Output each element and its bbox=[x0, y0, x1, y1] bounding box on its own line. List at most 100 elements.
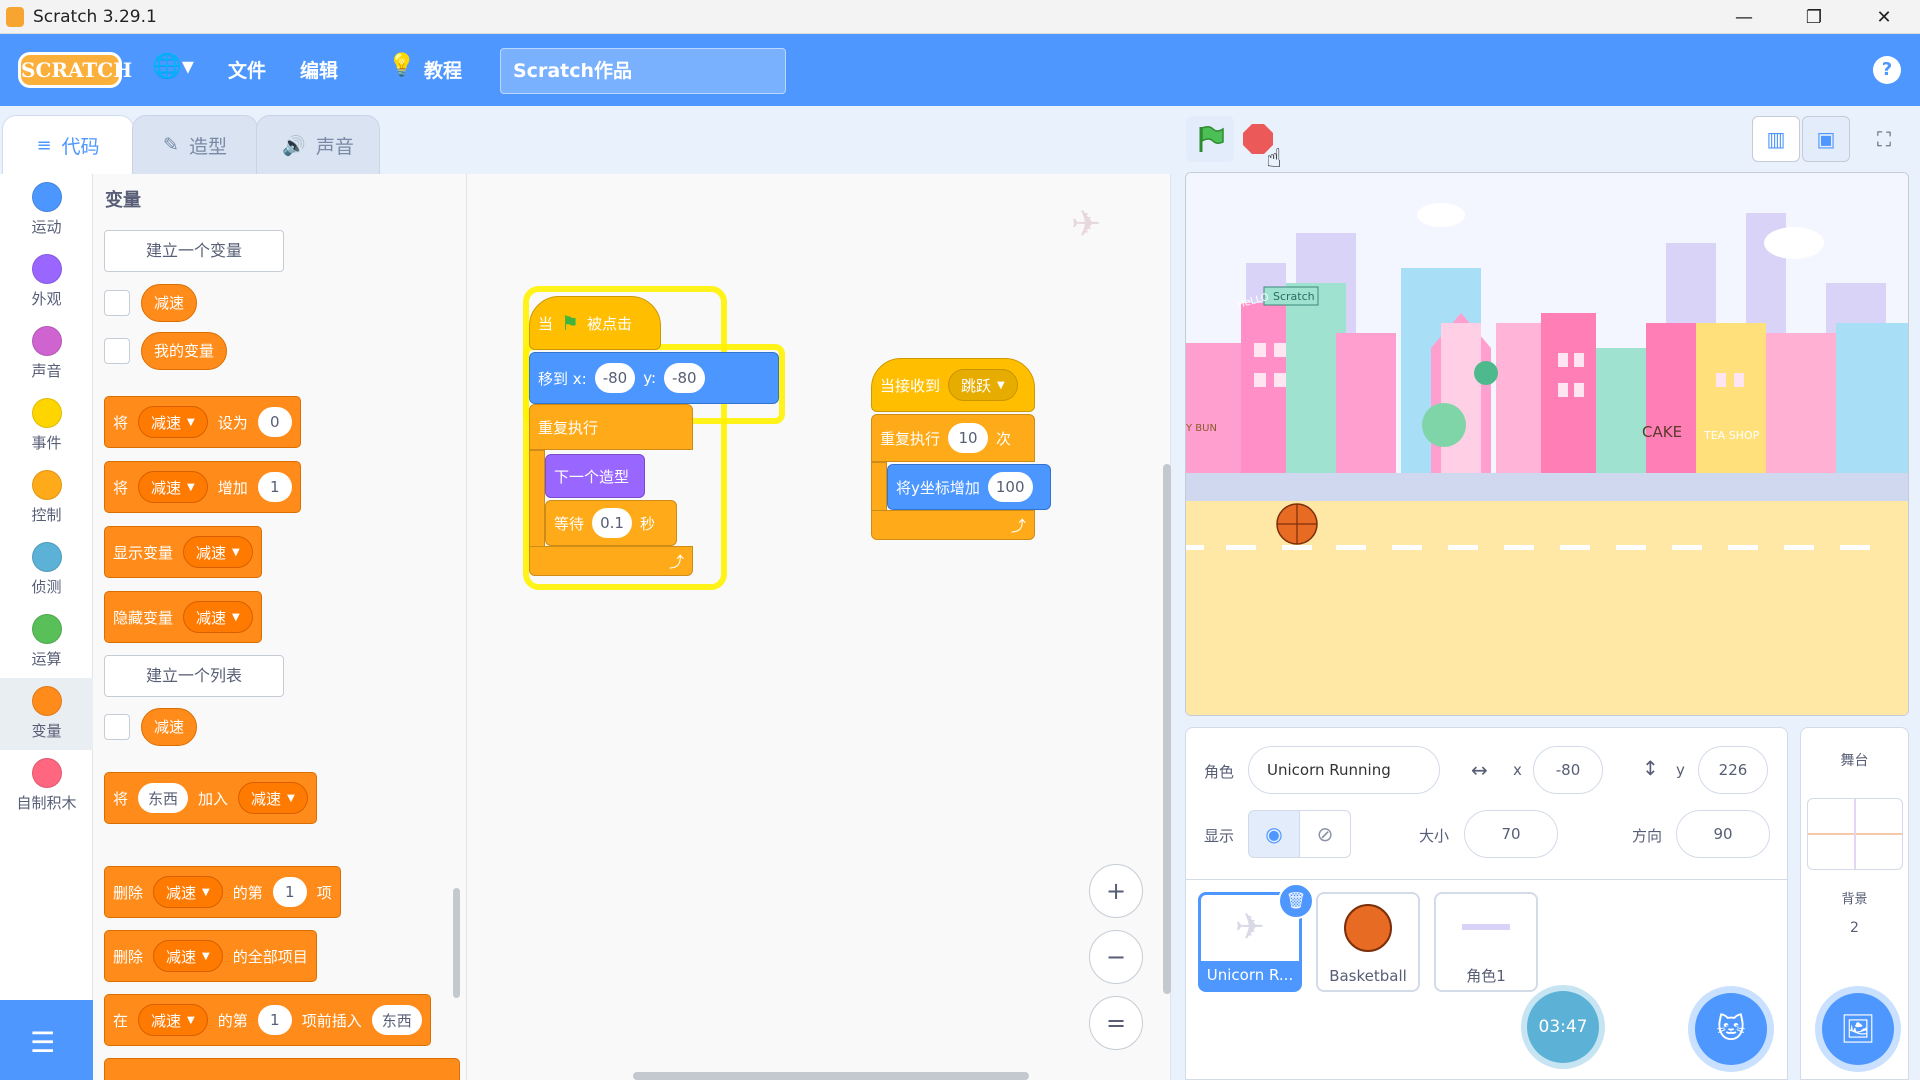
category-events[interactable]: 事件 bbox=[0, 390, 93, 462]
help-icon[interactable]: ? bbox=[1873, 56, 1901, 84]
list-dropdown[interactable]: 减速 ▼ bbox=[153, 876, 223, 908]
sprite-tile-basketball[interactable]: Basketball bbox=[1316, 892, 1420, 992]
variable-checkbox[interactable] bbox=[104, 338, 130, 364]
value-input[interactable]: 1 bbox=[257, 472, 292, 502]
add-to-list-block[interactable]: 将 东西 加入 减速 ▼ bbox=[104, 772, 317, 824]
change-y-input[interactable]: 100 bbox=[987, 472, 1033, 502]
when-flag-clicked-block[interactable]: 当 ⚑ 被点击 bbox=[529, 296, 661, 350]
category-my-blocks[interactable]: 自制积木 bbox=[0, 750, 93, 822]
direction-input[interactable]: 90 bbox=[1676, 810, 1770, 858]
variable-reporter[interactable]: 减速 bbox=[141, 284, 198, 322]
script-vertical-scrollbar[interactable] bbox=[1163, 464, 1171, 994]
variable-dropdown[interactable]: 减速 ▼ bbox=[183, 601, 253, 633]
fullscreen-button[interactable]: ⛶ bbox=[1860, 116, 1908, 162]
add-sprite-button[interactable]: 🐱 bbox=[1695, 993, 1767, 1065]
tab-code[interactable]: ≡ 代码 bbox=[2, 115, 134, 175]
category-label: 侦测 bbox=[31, 578, 62, 596]
sprite-name-input[interactable]: Unicorn Running bbox=[1248, 746, 1440, 794]
message-dropdown[interactable]: 跳跃 ▼ bbox=[948, 369, 1018, 401]
zoom-in-button[interactable]: + bbox=[1089, 864, 1143, 918]
change-variable-block[interactable]: 将 减速 ▼ 增加 1 bbox=[104, 461, 301, 513]
list-reporter[interactable]: 减速 bbox=[141, 708, 198, 746]
x-input[interactable]: -80 bbox=[1533, 746, 1603, 794]
variable-reporter[interactable]: 我的变量 bbox=[141, 332, 228, 370]
block-text: 设为 bbox=[217, 413, 248, 432]
brush-icon: ✎ bbox=[163, 134, 179, 156]
small-stage-icon: ▥ bbox=[1766, 127, 1786, 151]
category-looks[interactable]: 外观 bbox=[0, 246, 93, 318]
tab-code-label: 代码 bbox=[61, 136, 100, 158]
index-input[interactable]: 1 bbox=[272, 877, 307, 907]
project-title-input[interactable]: Scratch作品 bbox=[500, 48, 786, 94]
zoom-out-button[interactable]: − bbox=[1089, 930, 1143, 984]
list-checkbox[interactable] bbox=[104, 714, 130, 740]
trash-icon: 🗑 bbox=[1285, 891, 1307, 910]
category-operators[interactable]: 运算 bbox=[0, 606, 93, 678]
add-extension-button[interactable]: ☰ bbox=[0, 1000, 93, 1080]
wait-block[interactable]: 等待 0.1 秒 bbox=[545, 500, 677, 546]
tab-sounds[interactable]: 🔊 声音 bbox=[256, 115, 380, 175]
category-label: 事件 bbox=[31, 434, 62, 452]
make-variable-button[interactable]: 建立一个变量 bbox=[104, 230, 284, 272]
x-input[interactable]: -80 bbox=[594, 363, 636, 393]
value-input[interactable]: 0 bbox=[257, 407, 292, 437]
delete-sprite-button[interactable]: 🗑 bbox=[1278, 883, 1314, 919]
category-control[interactable]: 控制 bbox=[0, 462, 93, 534]
small-stage-button[interactable]: ▥ bbox=[1752, 116, 1800, 162]
script-area[interactable]: 当 ⚑ 被点击 移到 x: -80 y: -80 重复执行 下一个造型 等待 0… bbox=[467, 174, 1171, 1080]
go-to-xy-block[interactable]: 移到 x: -80 y: -80 bbox=[529, 352, 779, 404]
forever-block[interactable]: 重复执行 bbox=[529, 404, 693, 450]
delete-item-block[interactable]: 删除 减速 ▼ 的第 1 项 bbox=[104, 866, 341, 918]
script-horizontal-scrollbar[interactable] bbox=[633, 1072, 1029, 1080]
list-dropdown[interactable]: 减速 ▼ bbox=[153, 940, 223, 972]
repeat-input[interactable]: 10 bbox=[948, 423, 989, 453]
set-variable-block[interactable]: 将 减速 ▼ 设为 0 bbox=[104, 396, 301, 448]
minimize-icon[interactable]: — bbox=[1716, 0, 1772, 34]
list-dropdown[interactable]: 减速 ▼ bbox=[238, 782, 308, 814]
zoom-reset-button[interactable]: = bbox=[1089, 996, 1143, 1050]
tab-costumes[interactable]: ✎ 造型 bbox=[132, 115, 258, 175]
edit-menu[interactable]: 编辑 bbox=[300, 56, 338, 83]
add-backdrop-button[interactable]: 🖼 bbox=[1822, 993, 1894, 1065]
normal-stage-button[interactable]: ▣ bbox=[1802, 116, 1850, 162]
y-input[interactable]: 226 bbox=[1698, 746, 1768, 794]
file-menu[interactable]: 文件 bbox=[228, 56, 266, 83]
y-input[interactable]: -80 bbox=[664, 363, 705, 393]
show-variable-block[interactable]: 显示变量 减速 ▼ bbox=[104, 526, 262, 578]
size-input[interactable]: 70 bbox=[1464, 810, 1558, 858]
category-motion[interactable]: 运动 bbox=[0, 174, 93, 246]
variable-dropdown[interactable]: 减速 ▼ bbox=[183, 536, 253, 568]
list-dropdown[interactable]: 减速 ▼ bbox=[138, 1004, 208, 1036]
scratch-logo[interactable]: SCRATCH bbox=[18, 52, 132, 88]
variable-dropdown[interactable]: 减速 ▼ bbox=[138, 406, 208, 438]
sprite-tile-sprite1[interactable]: 角色1 bbox=[1434, 892, 1538, 992]
insert-item-block[interactable]: 在 减速 ▼ 的第 1 项前插入 东西 bbox=[104, 994, 431, 1046]
globe-icon[interactable]: 🌐▾ bbox=[152, 52, 194, 80]
change-y-block[interactable]: 将y坐标增加 100 bbox=[887, 464, 1051, 510]
maximize-icon[interactable]: ❐ bbox=[1786, 0, 1842, 34]
palette-scrollbar[interactable] bbox=[453, 888, 460, 998]
when-i-receive-block[interactable]: 当接收到 跳跃 ▼ bbox=[871, 358, 1035, 412]
make-list-button[interactable]: 建立一个列表 bbox=[104, 655, 284, 697]
category-sensing[interactable]: 侦测 bbox=[0, 534, 93, 606]
wait-input[interactable]: 0.1 bbox=[592, 508, 633, 538]
hide-variable-block[interactable]: 隐藏变量 减速 ▼ bbox=[104, 591, 262, 643]
my-blocks-dot-icon bbox=[31, 758, 62, 788]
item-input[interactable]: 东西 bbox=[371, 1005, 422, 1035]
repeat-block[interactable]: 重复执行 10 次 bbox=[871, 414, 1035, 462]
replace-item-block[interactable] bbox=[104, 1058, 460, 1080]
variable-checkbox[interactable] bbox=[104, 290, 130, 316]
delete-all-block[interactable]: 删除 减速 ▼ 的全部项目 bbox=[104, 930, 317, 982]
show-sprite-button[interactable]: ◉ bbox=[1248, 810, 1300, 858]
next-costume-block[interactable]: 下一个造型 bbox=[545, 454, 645, 498]
tutorials-menu[interactable]: 教程 bbox=[424, 56, 462, 83]
stage-canvas[interactable]: Scratch HeLLO CAKE TEA SHOP Y BUN bbox=[1185, 172, 1909, 716]
item-input[interactable]: 东西 bbox=[138, 783, 189, 813]
green-flag-button[interactable] bbox=[1186, 116, 1234, 162]
category-variables[interactable]: 变量 bbox=[0, 678, 93, 750]
close-icon[interactable]: ✕ bbox=[1856, 0, 1912, 34]
variable-dropdown[interactable]: 减速 ▼ bbox=[138, 471, 208, 503]
index-input[interactable]: 1 bbox=[257, 1005, 292, 1035]
hide-sprite-button[interactable]: ⊘ bbox=[1299, 810, 1351, 858]
category-sound[interactable]: 声音 bbox=[0, 318, 93, 390]
